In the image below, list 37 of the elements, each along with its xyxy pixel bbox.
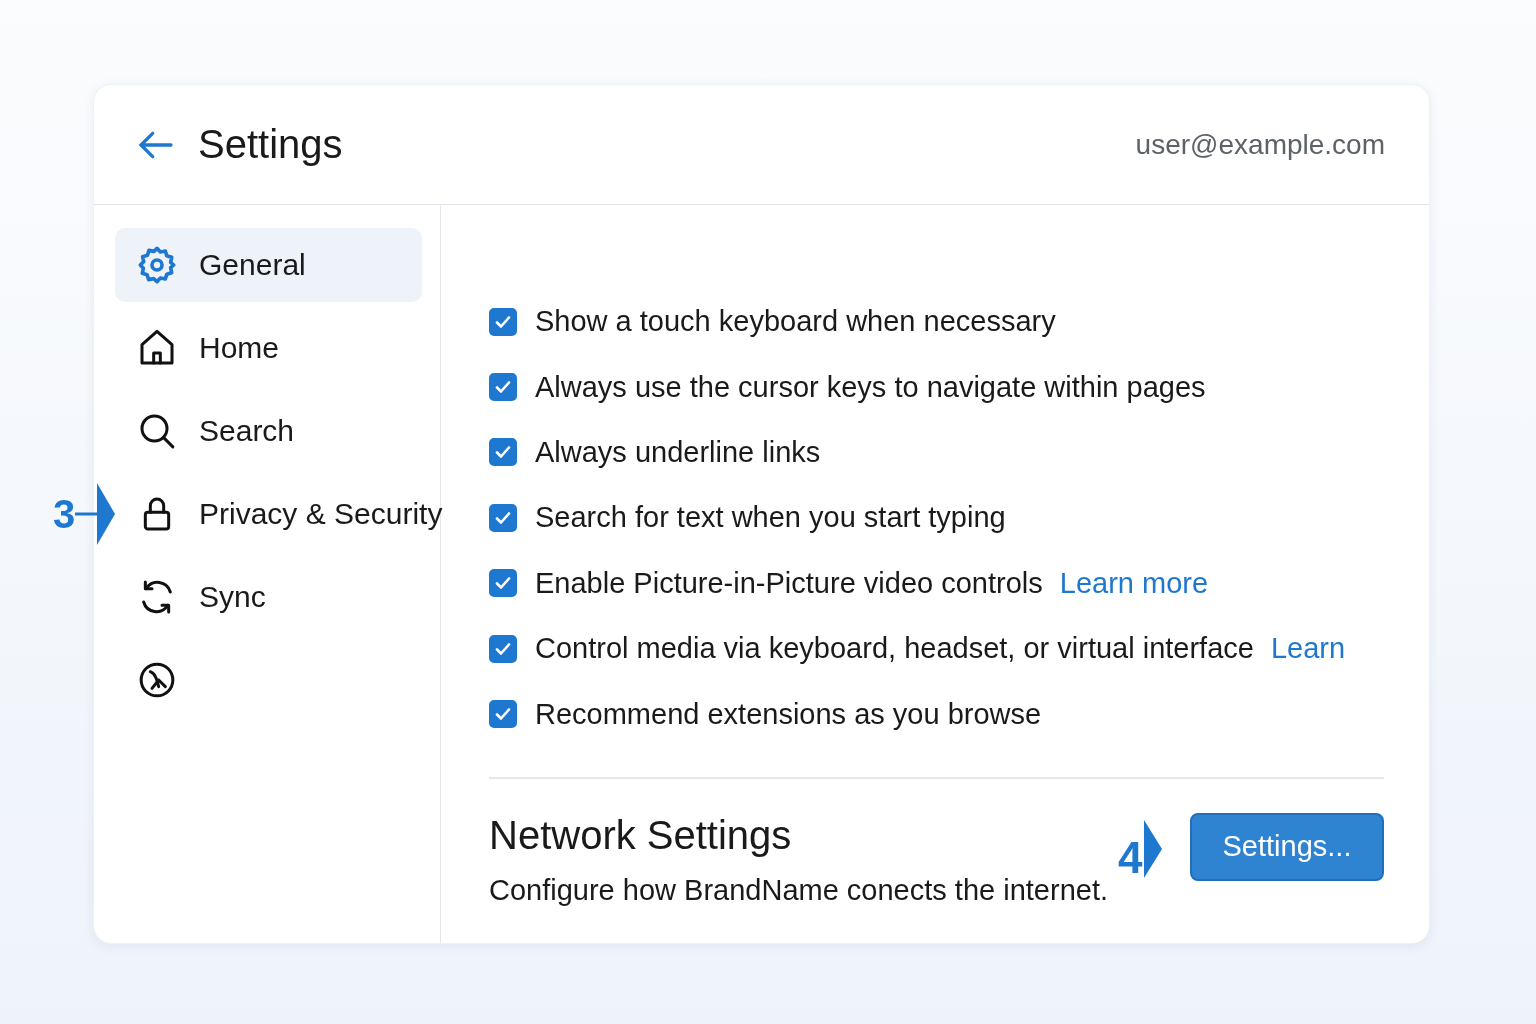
section-title: Network Settings	[489, 812, 792, 858]
option-label: Always underline links	[535, 435, 821, 469]
callout-arrow	[75, 483, 116, 545]
section-description: Configure how BrandName conects the internet.	[489, 873, 1109, 907]
sidebar-label: Search	[199, 414, 295, 448]
option-label: Enable Picture-in-Picture video controls	[535, 566, 1043, 600]
option-label: Show a touch keyboard when necessary	[535, 305, 1056, 339]
option-label: Always use the cursor keys to navigate within pages	[535, 370, 1206, 404]
sidebar-label: Sync	[199, 580, 266, 614]
option-label: Search for text when you start typing	[535, 501, 1006, 535]
sidebar-item[interactable]: Home	[115, 311, 422, 385]
learn-more-link[interactable]: Learn	[1270, 632, 1346, 666]
gear-icon	[137, 245, 177, 285]
sidebar-item[interactable]: Sync	[115, 560, 422, 634]
account-email: user@example.com	[1135, 128, 1385, 161]
sidebar-item[interactable]: Privacy & Security	[115, 477, 443, 551]
sidebar-label: Privacy & Security	[199, 497, 443, 531]
learn-more-link[interactable]: Learn more	[1059, 566, 1209, 600]
checkbox[interactable]	[489, 634, 517, 663]
settings-button[interactable]: Settings...	[1190, 812, 1384, 881]
circle-icon	[137, 660, 177, 700]
checkbox[interactable]	[489, 700, 517, 729]
page-title: Settings	[198, 122, 344, 167]
callout-number: 4	[1118, 832, 1143, 883]
callout-arrow	[1142, 819, 1163, 878]
callout-number: 3	[53, 491, 76, 537]
option-label: Control media via keyboard, headset, or virtual interface	[535, 632, 1254, 666]
sidebar-item[interactable]: General	[115, 228, 422, 302]
checkbox[interactable]	[489, 307, 517, 336]
checkbox[interactable]	[489, 503, 517, 532]
option-label: Recommend extensions as you browse	[535, 697, 1042, 731]
checkbox[interactable]	[489, 438, 517, 467]
sidebar-label: Home	[199, 331, 280, 365]
sidebar-label: General	[199, 248, 306, 282]
sidebar-item[interactable]: Search	[115, 394, 422, 468]
checkbox[interactable]	[489, 373, 517, 402]
checkbox[interactable]	[489, 569, 517, 598]
